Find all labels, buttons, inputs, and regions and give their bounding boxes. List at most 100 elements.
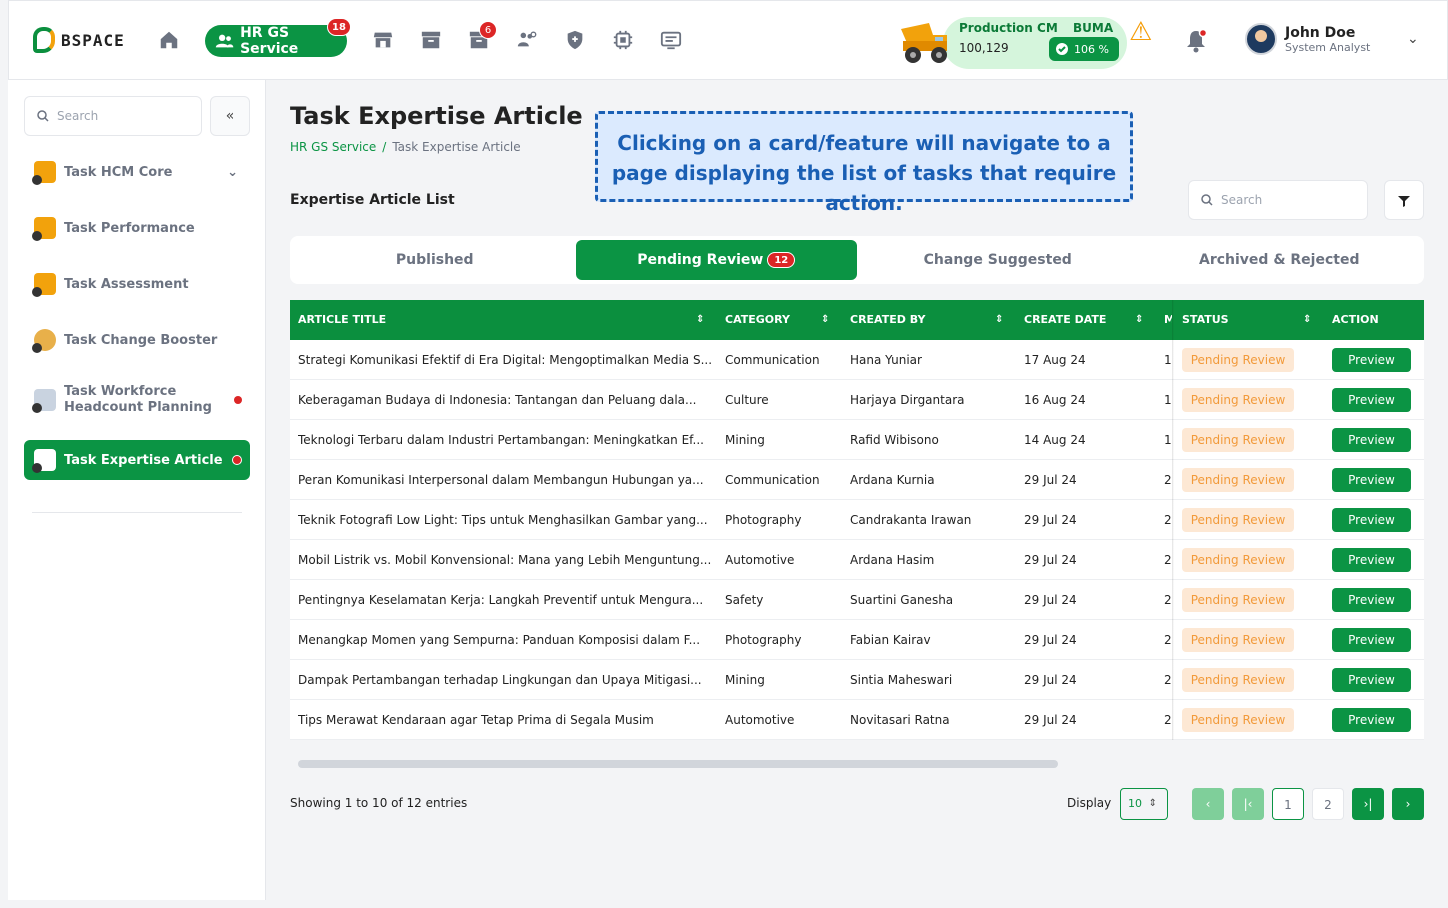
status-badge: Pending Review [1182, 508, 1294, 532]
column-header-category[interactable]: CATEGORY [725, 300, 790, 340]
tab-change-suggested[interactable]: Change Suggested [857, 240, 1139, 280]
page-button-1[interactable]: 1 [1272, 788, 1304, 820]
column-header-create-date[interactable]: CREATE DATE [1024, 300, 1106, 340]
column-header-m[interactable]: M [1164, 300, 1172, 340]
table-row[interactable]: Mobil Listrik vs. Mobil Konvensional: Ma… [290, 540, 1424, 580]
cell-category: Safety [725, 593, 764, 607]
preview-button[interactable]: Preview [1332, 668, 1411, 692]
brand-logo[interactable]: BSPACE [33, 27, 125, 53]
sidebar-item-task-change-booster[interactable]: Task Change Booster [24, 320, 250, 360]
sidebar-item-task-assessment[interactable]: Task Assessment [24, 264, 250, 304]
column-header-created-by[interactable]: CREATED BY [850, 300, 925, 340]
table-row[interactable]: Tips Merawat Kendaraan agar Tetap Prima … [290, 700, 1424, 740]
first-page-button[interactable]: |‹ [1232, 788, 1264, 820]
sort-icon[interactable]: ⇕ [1135, 300, 1143, 340]
production-widget[interactable]: Production CM 100,129 BUMA 106 % ⚠ [899, 15, 1152, 69]
cell-m: 29 [1164, 633, 1172, 647]
prev-page-button[interactable]: ‹ [1192, 788, 1224, 820]
tab-archived-rejected[interactable]: Archived & Rejected [1139, 240, 1421, 280]
column-header-status[interactable]: STATUS [1182, 300, 1229, 340]
sort-icon[interactable]: ⇕ [696, 300, 704, 340]
sort-icon[interactable]: ⇕ [995, 300, 1003, 340]
production-company: BUMA [1073, 21, 1114, 35]
sidebar-collapse-button[interactable]: « [210, 96, 250, 136]
sidebar-item-task-expertise-article[interactable]: Task Expertise Article [24, 440, 250, 480]
sidebar-item-label: Task Performance [64, 220, 195, 236]
table-row[interactable]: Teknologi Terbaru dalam Industri Pertamb… [290, 420, 1424, 460]
cell-category: Photography [725, 513, 802, 527]
table-row[interactable]: Dampak Pertambangan terhadap Lingkungan … [290, 660, 1424, 700]
chevron-down-icon[interactable]: ⌄ [1407, 31, 1419, 47]
breadcrumb-item-hr-gs-service[interactable]: HR GS Service [290, 140, 376, 154]
cell-article-title[interactable]: Keberagaman Budaya di Indonesia: Tantang… [298, 380, 714, 420]
sidebar-item-label: Task HCM Core [64, 164, 173, 180]
cell-article-title[interactable]: Mobil Listrik vs. Mobil Konvensional: Ma… [298, 540, 714, 580]
page-button-2[interactable]: 2 [1312, 788, 1344, 820]
status-badge: Pending Review [1182, 388, 1294, 412]
sidebar-item-task-workforce-headcount-planning[interactable]: Task Workforce Headcount Planning [24, 376, 250, 424]
next-page-button[interactable]: › [1392, 788, 1424, 820]
user-menu[interactable]: John Doe System Analyst [1245, 23, 1370, 55]
preview-button[interactable]: Preview [1332, 708, 1411, 732]
preview-button[interactable]: Preview [1332, 548, 1411, 572]
table-row[interactable]: Teknik Fotografi Low Light: Tips untuk M… [290, 500, 1424, 540]
page-size-select[interactable]: 10 ⇕ [1120, 788, 1168, 820]
cell-article-title[interactable]: Teknik Fotografi Low Light: Tips untuk M… [298, 500, 714, 540]
cell-category: Photography [725, 633, 802, 647]
sort-icon[interactable]: ⇕ [1303, 300, 1311, 340]
table-row[interactable]: Peran Komunikasi Interpersonal dalam Mem… [290, 460, 1424, 500]
filter-button[interactable] [1384, 180, 1424, 220]
preview-button[interactable]: Preview [1332, 628, 1411, 652]
cell-article-title[interactable]: Pentingnya Keselamatan Kerja: Langkah Pr… [298, 580, 714, 620]
preview-button[interactable]: Preview [1332, 468, 1411, 492]
cell-category: Communication [725, 353, 820, 367]
preview-button[interactable]: Preview [1332, 388, 1411, 412]
chip-icon[interactable] [611, 29, 635, 53]
sidebar-item-task-performance[interactable]: Task Performance [24, 208, 250, 248]
sidebar-search-input[interactable]: Search [24, 96, 202, 136]
tab-published[interactable]: Published [294, 240, 576, 280]
preview-button[interactable]: Preview [1332, 428, 1411, 452]
cell-article-title[interactable]: Teknologi Terbaru dalam Industri Pertamb… [298, 420, 714, 460]
home-icon[interactable] [157, 29, 181, 53]
shield-icon[interactable] [563, 29, 587, 53]
table-row[interactable]: Strategi Komunikasi Efektif di Era Digit… [290, 340, 1424, 380]
column-header-article-title[interactable]: ARTICLE TITLE [298, 300, 386, 340]
search-icon [1201, 194, 1213, 206]
last-page-button[interactable]: ›| [1352, 788, 1384, 820]
sidebar-item-label: Task Change Booster [64, 332, 218, 348]
cell-created-by: Harjaya Dirgantara [850, 393, 965, 407]
sidebar-item-task-hcm-core[interactable]: Task HCM Core ⌄ [24, 152, 250, 192]
inbox-icon[interactable]: 6 [467, 21, 497, 53]
cell-create-date: 29 Jul 24 [1024, 673, 1077, 687]
cell-m: 29 [1164, 713, 1172, 727]
store-icon[interactable] [371, 29, 395, 53]
chevron-down-icon[interactable]: ⌄ [227, 165, 238, 180]
preview-button[interactable]: Preview [1332, 348, 1411, 372]
monitor-icon[interactable] [659, 29, 683, 53]
horizontal-scrollbar[interactable] [298, 760, 1058, 768]
cell-article-title[interactable]: Peran Komunikasi Interpersonal dalam Mem… [298, 460, 714, 500]
status-badge: Pending Review [1182, 708, 1294, 732]
preview-button[interactable]: Preview [1332, 508, 1411, 532]
cell-article-title[interactable]: Tips Merawat Kendaraan agar Tetap Prima … [298, 700, 714, 740]
warning-icon[interactable]: ⚠ [1129, 19, 1152, 45]
cell-article-title[interactable]: Dampak Pertambangan terhadap Lingkungan … [298, 660, 714, 700]
article-search-input[interactable]: Search [1188, 180, 1368, 220]
tab-pending-review[interactable]: Pending Review 12 [575, 240, 857, 280]
task-performance-icon [32, 217, 56, 241]
preview-button[interactable]: Preview [1332, 588, 1411, 612]
archive-icon[interactable] [419, 29, 443, 53]
table-row[interactable]: Menangkap Momen yang Sempurna: Panduan K… [290, 620, 1424, 660]
tab-badge: 12 [767, 252, 796, 268]
notification-bell-icon[interactable] [1185, 28, 1208, 57]
table-row[interactable]: Pentingnya Keselamatan Kerja: Langkah Pr… [290, 580, 1424, 620]
hr-gs-service-button[interactable]: HR GS Service 18 [205, 18, 351, 57]
logo-mark-icon [33, 27, 55, 53]
sort-icon[interactable]: ⇕ [821, 300, 829, 340]
table-row[interactable]: Keberagaman Budaya di Indonesia: Tantang… [290, 380, 1424, 420]
cell-article-title[interactable]: Strategi Komunikasi Efektif di Era Digit… [298, 340, 714, 380]
cell-article-title[interactable]: Menangkap Momen yang Sempurna: Panduan K… [298, 620, 714, 660]
team-settings-icon[interactable] [515, 29, 539, 53]
task-workforce-headcount-planning-icon [32, 389, 56, 413]
